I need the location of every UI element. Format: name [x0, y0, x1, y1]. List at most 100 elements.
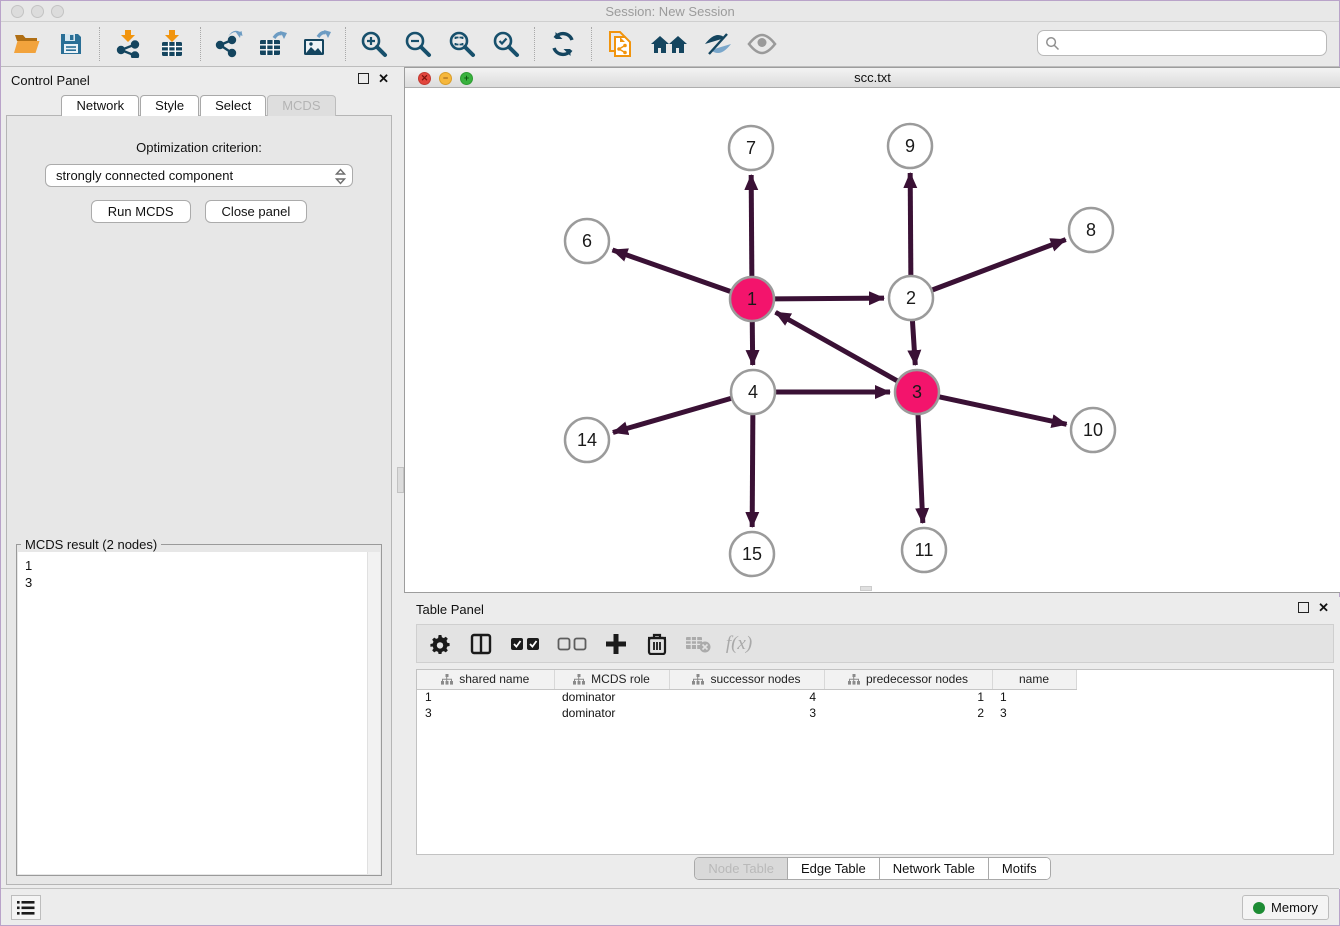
graph-edge-2-3[interactable] — [912, 320, 915, 365]
tab-style[interactable]: Style — [140, 95, 199, 116]
zoom-fit-icon[interactable] — [447, 29, 477, 59]
graph-edge-2-8[interactable] — [932, 240, 1066, 291]
export-image-icon[interactable] — [302, 29, 332, 59]
graph-edge-1-7[interactable] — [751, 175, 752, 277]
network-canvas[interactable]: 7968124314101511 — [405, 88, 1340, 592]
table-cell[interactable]: 1 — [417, 689, 554, 705]
show-panels-list-button[interactable] — [11, 895, 41, 920]
search-input[interactable] — [1065, 36, 1326, 51]
dropdown-stepper-icon — [335, 168, 346, 188]
result-scrollbar[interactable] — [367, 552, 380, 874]
table-cell[interactable]: 1 — [992, 689, 1076, 705]
column-header-name[interactable]: name — [992, 670, 1076, 689]
hierarchy-icon — [441, 674, 453, 685]
column-header-label: shared name — [459, 672, 529, 686]
select-all-checkboxes-icon[interactable] — [509, 631, 541, 657]
column-header-label: MCDS role — [591, 672, 650, 686]
hide-selected-icon[interactable] — [703, 29, 733, 59]
graph-edge-4-15[interactable] — [752, 414, 753, 527]
table-cell[interactable]: 1 — [824, 689, 992, 705]
column-header-successor-nodes[interactable]: successor nodes — [669, 670, 824, 689]
save-session-icon[interactable] — [56, 29, 86, 59]
graph-node-label-6: 6 — [582, 231, 592, 251]
first-neighbors-icon[interactable] — [649, 29, 689, 59]
tab-mcds[interactable]: MCDS — [267, 95, 335, 116]
tab-motifs[interactable]: Motifs — [989, 858, 1050, 879]
open-session-icon[interactable] — [12, 29, 42, 59]
tab-select[interactable]: Select — [200, 95, 266, 116]
table-row[interactable]: 1dominator411 — [417, 689, 1076, 705]
tab-network[interactable]: Network — [61, 95, 139, 116]
memory-button-label: Memory — [1271, 900, 1318, 915]
graph-edge-4-14[interactable] — [613, 398, 732, 432]
optimization-criterion-select[interactable]: strongly connected component — [45, 164, 353, 187]
table-panel-title: Table Panel — [416, 602, 484, 617]
network-window-titlebar[interactable]: ✕ − + scc.txt — [405, 68, 1340, 88]
show-column-icon[interactable] — [468, 631, 494, 657]
hierarchy-icon — [573, 674, 585, 685]
window-title: Session: New Session — [1, 4, 1339, 19]
table-cell[interactable]: dominator — [554, 689, 669, 705]
import-network-icon[interactable] — [113, 29, 143, 59]
splitter-grip[interactable] — [397, 467, 404, 493]
delete-column-icon[interactable] — [644, 631, 670, 657]
zoom-in-icon[interactable] — [359, 29, 389, 59]
delete-table-icon — [685, 631, 711, 657]
graph-node-label-9: 9 — [905, 136, 915, 156]
export-network-icon[interactable] — [214, 29, 244, 59]
column-header-label: name — [1019, 672, 1049, 686]
memory-button[interactable]: Memory — [1242, 895, 1329, 920]
tab-network-table[interactable]: Network Table — [880, 858, 989, 879]
tab-node-table[interactable]: Node Table — [695, 858, 788, 879]
vertical-splitter[interactable] — [397, 67, 404, 889]
table-cell[interactable]: 2 — [824, 705, 992, 721]
graph-edge-3-10[interactable] — [939, 397, 1067, 425]
graph-edge-3-1[interactable] — [776, 312, 898, 381]
close-table-panel-icon[interactable]: ✕ — [1318, 602, 1329, 613]
table-cell[interactable]: 3 — [992, 705, 1076, 721]
table-cell[interactable]: 3 — [669, 705, 824, 721]
zoom-out-icon[interactable] — [403, 29, 433, 59]
hierarchy-icon — [848, 674, 860, 685]
toolbar-separator — [591, 27, 592, 61]
table-cell[interactable]: dominator — [554, 705, 669, 721]
column-header-shared-name[interactable]: shared name — [417, 670, 554, 689]
import-table-icon[interactable] — [157, 29, 187, 59]
graph-node-label-1: 1 — [747, 289, 757, 309]
table-options-icon[interactable] — [427, 631, 453, 657]
network-resize-grip[interactable] — [860, 586, 872, 591]
search-icon — [1045, 36, 1060, 51]
float-table-panel-icon[interactable] — [1298, 602, 1309, 613]
table-cell[interactable]: 4 — [669, 689, 824, 705]
float-panel-icon[interactable] — [358, 73, 369, 84]
table-cell[interactable]: 3 — [417, 705, 554, 721]
show-all-icon[interactable] — [747, 29, 777, 59]
graph-edge-2-9[interactable] — [910, 173, 911, 276]
search-box[interactable] — [1037, 30, 1327, 56]
window-titlebar: Session: New Session — [1, 1, 1339, 22]
table-tabs: Node Table Edge Table Network Table Moti… — [404, 857, 1340, 880]
graph-node-label-11: 11 — [915, 540, 934, 560]
column-header-predecessor-nodes[interactable]: predecessor nodes — [824, 670, 992, 689]
graph-node-label-4: 4 — [748, 382, 758, 402]
create-column-icon[interactable] — [603, 631, 629, 657]
graph-edge-1-6[interactable] — [612, 250, 731, 292]
optimization-criterion-label: Optimization criterion: — [7, 140, 391, 155]
close-panel-button[interactable]: Close panel — [205, 200, 308, 223]
close-panel-icon[interactable]: ✕ — [378, 73, 389, 84]
table-row[interactable]: 3dominator323 — [417, 705, 1076, 721]
network-view-window: ✕ − + scc.txt 7968124314101511 — [404, 67, 1340, 593]
hierarchy-icon — [692, 674, 704, 685]
export-table-icon[interactable] — [258, 29, 288, 59]
zoom-selected-icon[interactable] — [491, 29, 521, 59]
graph-edge-3-11[interactable] — [918, 414, 923, 523]
graph-edge-1-2[interactable] — [774, 298, 884, 299]
control-panel-title: Control Panel — [11, 73, 90, 88]
deselect-all-checkboxes-icon[interactable] — [556, 631, 588, 657]
mcds-result-list[interactable]: 1 3 — [18, 552, 380, 874]
column-header-MCDS-role[interactable]: MCDS role — [554, 670, 669, 689]
clone-network-icon[interactable] — [605, 29, 635, 59]
refresh-icon[interactable] — [548, 29, 578, 59]
run-mcds-button[interactable]: Run MCDS — [91, 200, 191, 223]
tab-edge-table[interactable]: Edge Table — [788, 858, 880, 879]
